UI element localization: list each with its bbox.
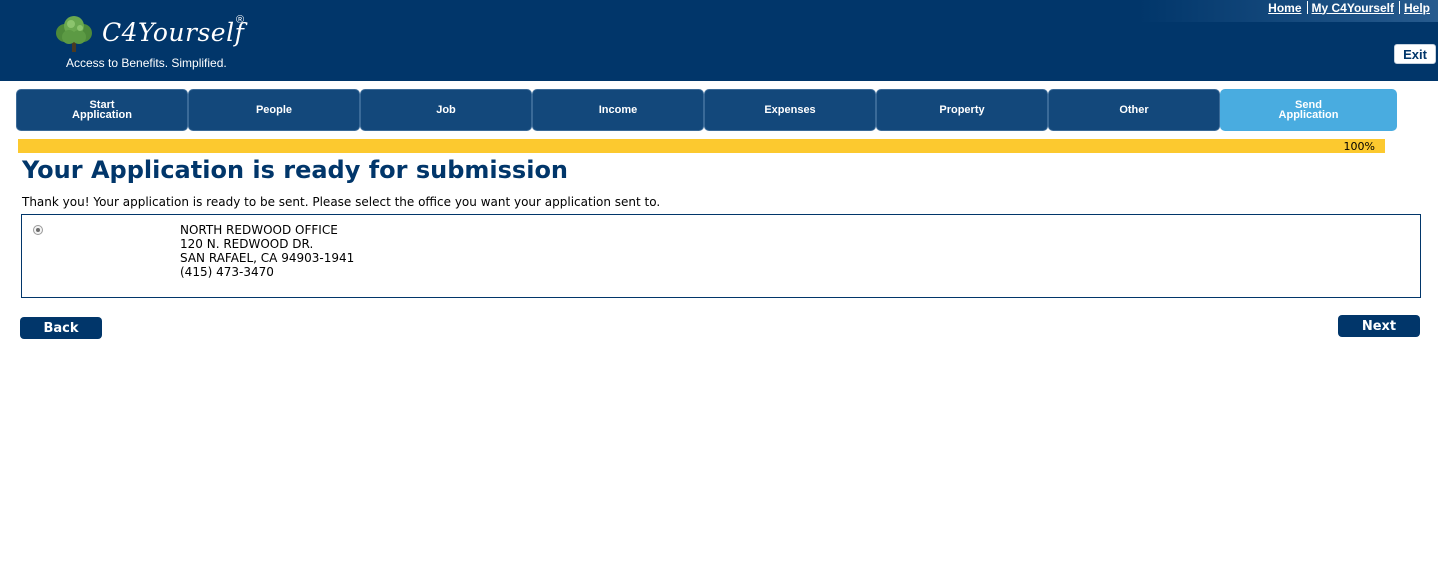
link-divider — [1306, 1, 1308, 14]
tab-job[interactable]: Job — [360, 89, 532, 131]
logo-tagline: Access to Benefits. Simplified. — [66, 56, 227, 70]
progress-label: 100% — [1343, 140, 1375, 153]
instructions-text: Thank you! Your application is ready to … — [22, 195, 661, 209]
link-divider — [1398, 1, 1400, 14]
tab-label: Start Application — [72, 99, 132, 121]
tab-expenses[interactable]: Expenses — [704, 89, 876, 131]
office-radio[interactable] — [33, 225, 43, 235]
tree-icon — [56, 16, 92, 52]
office-address: NORTH REDWOOD OFFICE 120 N. REDWOOD DR. … — [180, 223, 354, 279]
page-title: Your Application is ready for submission — [22, 156, 569, 184]
tab-start-application[interactable]: Start Application — [16, 89, 188, 131]
progress-bar: 100% — [18, 139, 1385, 153]
help-link[interactable]: Help — [1404, 1, 1430, 15]
tab-label: Job — [436, 104, 456, 116]
top-links: Home My C4Yourself Help — [1268, 0, 1430, 15]
logo-wordmark: C4Yourself — [102, 18, 245, 47]
site-header: Home My C4Yourself Help C4Yourself ® Acc… — [0, 0, 1438, 81]
office-phone: (415) 473-3470 — [180, 265, 274, 279]
next-button[interactable]: Next — [1338, 315, 1420, 337]
tab-people[interactable]: People — [188, 89, 360, 131]
tab-other[interactable]: Other — [1048, 89, 1220, 131]
home-link[interactable]: Home — [1268, 1, 1301, 15]
tab-label: Send Application — [1278, 99, 1339, 121]
tab-label: Income — [598, 104, 638, 116]
office-option: NORTH REDWOOD OFFICE 120 N. REDWOOD DR. … — [21, 214, 1421, 298]
office-street: 120 N. REDWOOD DR. — [180, 237, 314, 251]
office-city-state-zip: SAN RAFAEL, CA 94903-1941 — [180, 251, 355, 265]
tab-label: People — [255, 104, 293, 116]
exit-button[interactable]: Exit — [1394, 44, 1436, 64]
tab-send-application[interactable]: Send Application — [1220, 89, 1397, 131]
my-c4yourself-link[interactable]: My C4Yourself — [1312, 1, 1394, 15]
tab-income[interactable]: Income — [532, 89, 704, 131]
tab-label: Property — [939, 104, 985, 116]
tab-label: Other — [1119, 104, 1149, 116]
registered-mark: ® — [236, 14, 245, 26]
office-name: NORTH REDWOOD OFFICE — [180, 223, 338, 237]
tab-label: Expenses — [764, 104, 816, 116]
step-tabs: Start Application People Job Income Expen… — [16, 89, 1397, 131]
tab-property[interactable]: Property — [876, 89, 1048, 131]
back-button[interactable]: Back — [20, 317, 102, 339]
progress-fill — [18, 139, 1385, 153]
